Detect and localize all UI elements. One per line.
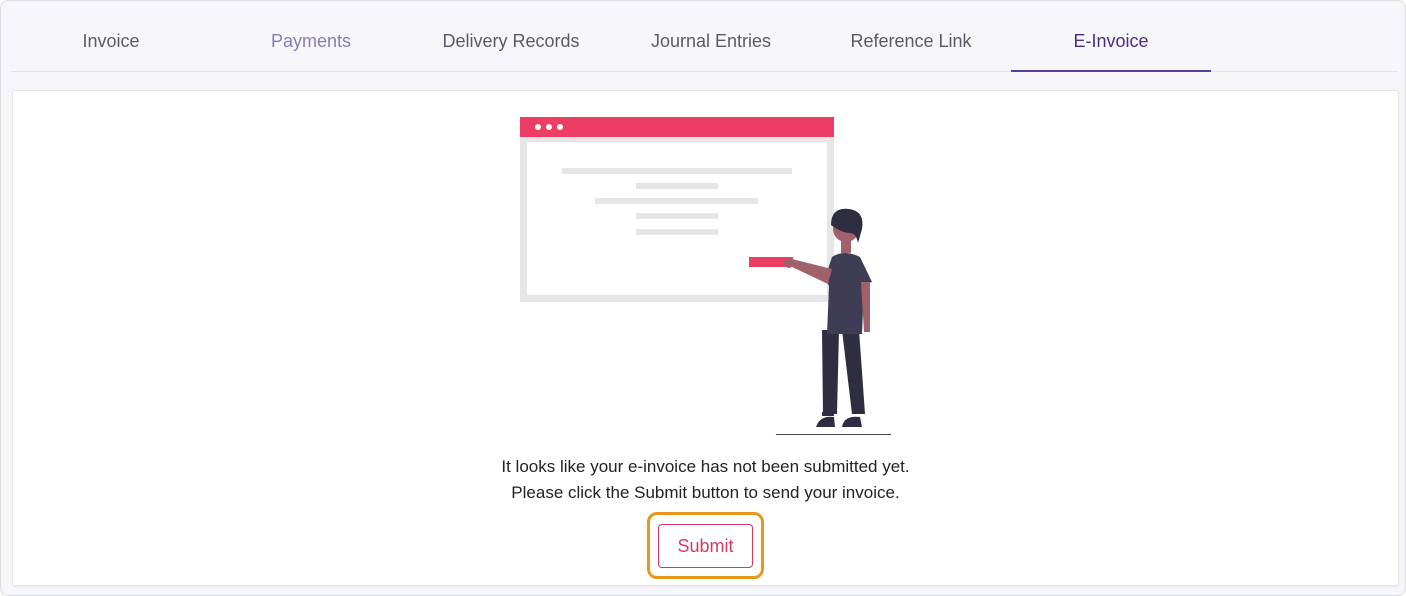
submit-button[interactable]: Submit bbox=[658, 524, 753, 568]
invoice-detail-window: Invoice Payments Delivery Records Journa… bbox=[0, 0, 1406, 596]
tab-e-invoice[interactable]: E-Invoice bbox=[1011, 1, 1211, 72]
presentation-illustration bbox=[520, 117, 891, 435]
tab-reference-link[interactable]: Reference Link bbox=[811, 1, 1011, 71]
tab-invoice[interactable]: Invoice bbox=[11, 1, 211, 71]
tab-journal-entries[interactable]: Journal Entries bbox=[611, 1, 811, 71]
tab-delivery-records[interactable]: Delivery Records bbox=[411, 1, 611, 71]
tab-payments[interactable]: Payments bbox=[211, 1, 411, 71]
empty-state-message-line2: Please click the Submit button to send y… bbox=[511, 483, 900, 502]
e-invoice-panel: It looks like your e-invoice has not bee… bbox=[12, 90, 1399, 586]
empty-state-message-line1: It looks like your e-invoice has not bee… bbox=[501, 457, 910, 476]
tab-bar: Invoice Payments Delivery Records Journa… bbox=[11, 1, 1398, 72]
